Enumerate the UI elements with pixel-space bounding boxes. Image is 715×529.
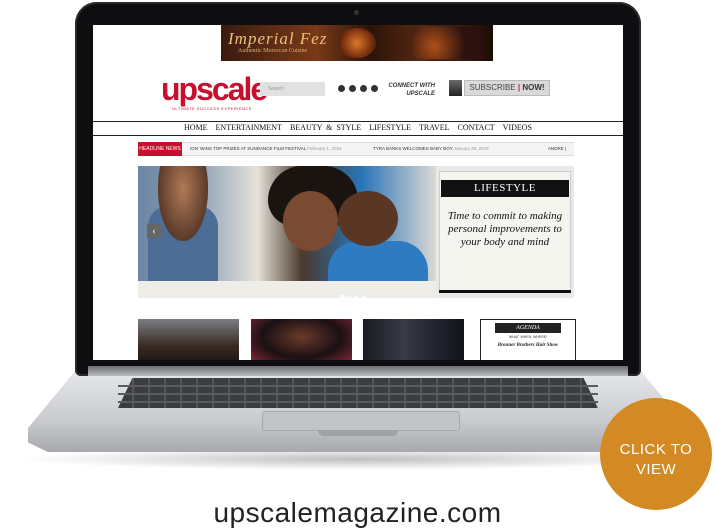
- nav-rule: [93, 121, 623, 122]
- agenda-item[interactable]: Bronner Brothers Hair Show: [480, 343, 576, 348]
- site-logo[interactable]: upscale: [161, 73, 268, 105]
- photo-figure: [283, 191, 338, 251]
- photo-figure: [338, 191, 398, 246]
- ticker-date: February 1, 2016: [307, 146, 342, 151]
- twitter-icon[interactable]: [338, 85, 345, 92]
- laptop-notch: [318, 430, 398, 436]
- agenda-title: AGENDA: [495, 323, 561, 333]
- agenda-subtitle: WHAT. WHEN. WHERE!: [508, 335, 548, 339]
- ad-title[interactable]: Imperial Fez: [228, 29, 327, 49]
- search-input[interactable]: Search: [260, 82, 325, 96]
- ticker-item[interactable]: TYRA BANKS WELCOMES BABY BOY January 28,…: [373, 146, 489, 151]
- ticker-headline: ION' WINS TOP PRIZES AT SUNDANCE FILM FE…: [190, 146, 306, 151]
- instagram-icon[interactable]: [360, 85, 367, 92]
- nav-beauty-style[interactable]: BEAUTY & STYLE: [290, 123, 361, 132]
- slider-dot[interactable]: [361, 295, 366, 300]
- article-thumbnail[interactable]: [138, 319, 239, 360]
- slider-prev-button[interactable]: ‹: [147, 224, 161, 238]
- nav-lifestyle[interactable]: LIFESTYLE: [369, 123, 411, 132]
- keyboard-row: [118, 401, 598, 403]
- ticker-date: January 28, 2016: [453, 146, 489, 151]
- browser-screen: Imperial Fez Authentic Moroccan Cuisine …: [93, 25, 623, 360]
- nav-contact[interactable]: CONTACT: [458, 123, 495, 132]
- ad-image: [413, 27, 483, 59]
- nav-travel[interactable]: TRAVEL: [419, 123, 450, 132]
- nav-home[interactable]: HOME: [184, 123, 208, 132]
- caption-rule: [439, 290, 571, 293]
- subscribe-label: SUBSCRIBE: [469, 83, 516, 92]
- webcam-icon: [354, 10, 359, 15]
- cta-line1: CLICK TO: [619, 441, 693, 458]
- hero-image[interactable]: [138, 166, 436, 298]
- laptop-trackpad: [262, 411, 460, 431]
- slide-category[interactable]: LIFESTYLE: [441, 180, 569, 197]
- site-url: upscalemagazine.com: [213, 497, 502, 528]
- keyboard-row: [118, 385, 598, 387]
- facebook-icon[interactable]: [349, 85, 356, 92]
- logo-tagline: ULTIMATE SUCCESS EXPERIENCE: [172, 106, 253, 111]
- ad-image: [338, 28, 376, 58]
- pinterest-icon[interactable]: [371, 85, 378, 92]
- subscribe-now-label: NOW!: [522, 83, 545, 92]
- subscribe-separator: |: [517, 83, 521, 92]
- connect-text: CONNECT WITH UPSCALE: [388, 83, 435, 97]
- click-to-view-button[interactable]: CLICK TO VIEW: [600, 398, 712, 510]
- magazine-cover-thumb[interactable]: [449, 80, 462, 96]
- slider-dot[interactable]: [340, 295, 345, 300]
- slider-dot[interactable]: [347, 295, 352, 300]
- slide-headline[interactable]: Time to commit to making personal improv…: [445, 210, 565, 249]
- ticker-item[interactable]: ION' WINS TOP PRIZES AT SUNDANCE FILM FE…: [190, 146, 342, 151]
- nav-videos[interactable]: VIDEOS: [503, 123, 532, 132]
- photo-table: [138, 281, 436, 298]
- slider-dots: [340, 287, 368, 305]
- ticker-headline: TYRA BANKS WELCOMES BABY BOY: [373, 146, 453, 151]
- keyboard-row: [118, 393, 598, 395]
- slider-dot[interactable]: [354, 295, 359, 300]
- ad-tagline: Authentic Moroccan Cuisine: [238, 48, 308, 54]
- main-nav: HOME ENTERTAINMENT BEAUTY & STYLE LIFEST…: [93, 123, 623, 135]
- ticker-label: HEADLINE NEWS: [138, 142, 182, 156]
- ticker-more[interactable]: ANDRE |: [548, 146, 566, 151]
- article-thumbnail[interactable]: [251, 319, 352, 360]
- photo-figure: [158, 166, 208, 241]
- laptop-hinge: [88, 366, 628, 376]
- nav-entertainment[interactable]: ENTERTAINMENT: [216, 123, 282, 132]
- article-thumbnail[interactable]: [363, 319, 464, 360]
- cta-line2: VIEW: [635, 461, 677, 478]
- nav-rule: [93, 135, 623, 136]
- subscribe-button[interactable]: SUBSCRIBE | NOW!: [464, 80, 550, 96]
